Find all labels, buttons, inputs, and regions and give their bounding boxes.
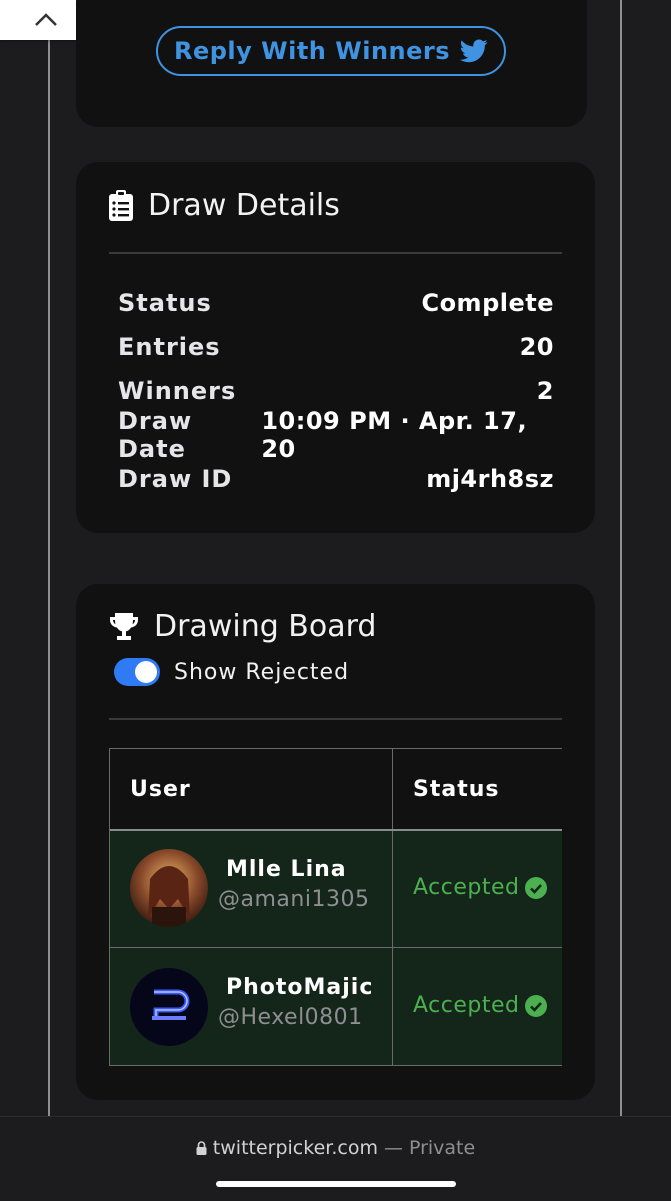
divider bbox=[109, 252, 562, 254]
show-rejected-toggle[interactable] bbox=[114, 658, 160, 686]
browsing-mode: Private bbox=[408, 1137, 476, 1159]
status-badge: Accepted bbox=[413, 875, 548, 900]
detail-row-winners: Winners 2 bbox=[118, 371, 554, 411]
table-row[interactable]: Mlle Lina @amani1305 Accepted bbox=[110, 829, 562, 947]
detail-value: 2 bbox=[536, 377, 554, 405]
check-circle-icon bbox=[525, 876, 548, 899]
chevron-up-icon bbox=[35, 13, 57, 26]
column-divider bbox=[392, 749, 393, 1065]
avatar bbox=[130, 849, 208, 927]
drawing-board-title: Drawing Board bbox=[154, 609, 377, 644]
user-handle: @amani1305 bbox=[218, 887, 370, 912]
detail-row-draw-id: Draw ID mj4rh8sz bbox=[118, 459, 554, 499]
show-rejected-label: Show Rejected bbox=[174, 659, 350, 685]
column-header-status: Status bbox=[413, 776, 500, 802]
divider bbox=[109, 718, 562, 720]
avatar bbox=[130, 968, 208, 1046]
status-badge: Accepted bbox=[413, 993, 548, 1018]
url-domain: twitterpicker.com bbox=[212, 1137, 378, 1159]
user-display-name: Mlle Lina bbox=[226, 857, 347, 882]
page-border-left bbox=[48, 0, 50, 1116]
home-indicator[interactable] bbox=[216, 1181, 456, 1187]
user-display-name: PhotoMajic bbox=[226, 975, 374, 1000]
detail-key: Status bbox=[118, 289, 212, 317]
browser-bottom-bar: twitterpicker.com — Private bbox=[0, 1116, 671, 1201]
draw-details-title: Draw Details bbox=[148, 188, 340, 223]
status-text: Accepted bbox=[413, 875, 520, 900]
url-separator: — bbox=[383, 1137, 403, 1159]
toggle-knob bbox=[135, 661, 157, 683]
detail-value: 10:09 PM · Apr. 17, 20 bbox=[261, 407, 528, 463]
detail-key: Draw Date bbox=[118, 407, 193, 463]
twitter-bird-icon bbox=[460, 39, 488, 63]
detail-key: Entries bbox=[118, 333, 221, 361]
draw-details-header: Draw Details bbox=[108, 188, 340, 223]
header-divider bbox=[110, 829, 562, 831]
user-handle: @Hexel0801 bbox=[218, 1005, 363, 1030]
user-avatar-image bbox=[130, 849, 208, 927]
address-bar[interactable]: twitterpicker.com — Private bbox=[0, 1137, 671, 1159]
table-row[interactable]: PhotoMajic @Hexel0801 Accepted bbox=[110, 948, 562, 1065]
row-divider bbox=[110, 947, 562, 948]
reply-button-label: Reply With Winners bbox=[173, 37, 451, 65]
detail-row-draw-date: Draw Date 10:09 PM · Apr. 17, 20 bbox=[118, 407, 554, 463]
show-rejected-row: Show Rejected bbox=[114, 658, 349, 686]
clipboard-list-icon bbox=[109, 189, 133, 221]
detail-key: Winners bbox=[118, 377, 237, 405]
detail-key: Draw ID bbox=[118, 465, 233, 493]
status-text: Accepted bbox=[413, 993, 520, 1018]
user-avatar-image bbox=[130, 968, 208, 1046]
entries-table: User Status Mlle Lina @amani1305 Accepte… bbox=[109, 748, 562, 1066]
check-circle-icon bbox=[525, 994, 548, 1017]
column-header-user: User bbox=[130, 776, 191, 802]
detail-row-entries: Entries 20 bbox=[118, 327, 554, 367]
trophy-icon bbox=[110, 612, 138, 640]
detail-value: mj4rh8sz bbox=[426, 465, 554, 493]
detail-row-status: Status Complete bbox=[118, 283, 554, 323]
detail-value: 20 bbox=[519, 333, 554, 361]
detail-value: Complete bbox=[421, 289, 554, 317]
page-border-right bbox=[620, 0, 622, 1116]
drawing-board-header: Drawing Board bbox=[108, 609, 376, 644]
lock-icon bbox=[196, 1141, 207, 1155]
reply-with-winners-button[interactable]: Reply With Winners bbox=[156, 26, 506, 76]
